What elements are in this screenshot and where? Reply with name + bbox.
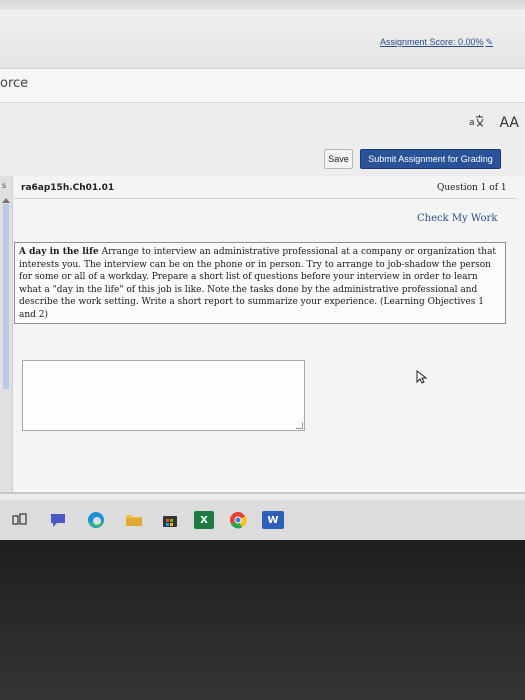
svg-text:a: a: [469, 118, 475, 128]
assignment-score-text[interactable]: Assignment Score: 0.00%: [380, 37, 484, 47]
question-number: Question 1 of 1: [437, 183, 507, 193]
horizontal-divider: [0, 492, 525, 494]
edge-icon[interactable]: [86, 511, 106, 529]
scroll-up-icon[interactable]: [2, 198, 10, 203]
resize-handle-icon[interactable]: [296, 422, 303, 429]
assignment-score[interactable]: Assignment Score: 0.00% ✎: [380, 37, 493, 48]
site-header: orce: [0, 69, 525, 103]
window-top-strip: [0, 0, 525, 10]
file-explorer-icon[interactable]: [124, 511, 144, 529]
rail-marker: s: [2, 181, 7, 190]
translate-icon[interactable]: a: [469, 114, 485, 132]
excel-icon[interactable]: X: [194, 511, 214, 529]
problem-statement: A day in the life Arrange to interview a…: [14, 242, 506, 324]
question-id: ra6ap15h.Ch01.01: [21, 183, 115, 193]
problem-title: A day in the life: [19, 247, 99, 257]
chrome-icon[interactable]: [228, 511, 248, 529]
check-my-work-link[interactable]: Check My Work: [417, 213, 497, 224]
rail-scrollbar[interactable]: [3, 204, 9, 389]
save-button[interactable]: Save: [324, 149, 353, 169]
screen: orce a AA Assignment Score: 0.00% ✎ Save …: [0, 0, 525, 500]
laptop-bezel: [0, 540, 525, 700]
store-icon[interactable]: [160, 511, 180, 529]
word-icon[interactable]: W: [262, 511, 284, 529]
left-rail: s: [0, 176, 13, 494]
answer-textarea[interactable]: [22, 360, 305, 431]
tool-icons: a AA: [469, 111, 519, 135]
task-view-icon[interactable]: [10, 511, 30, 529]
chat-icon[interactable]: [48, 511, 68, 529]
problem-body: Arrange to interview an administrative p…: [19, 247, 497, 320]
text-size-icon[interactable]: AA: [499, 115, 519, 131]
mouse-cursor-icon: [416, 370, 428, 384]
submit-assignment-button[interactable]: Submit Assignment for Grading: [360, 149, 501, 169]
site-brand[interactable]: orce: [0, 76, 28, 91]
edit-pencil-icon: ✎: [485, 37, 494, 47]
